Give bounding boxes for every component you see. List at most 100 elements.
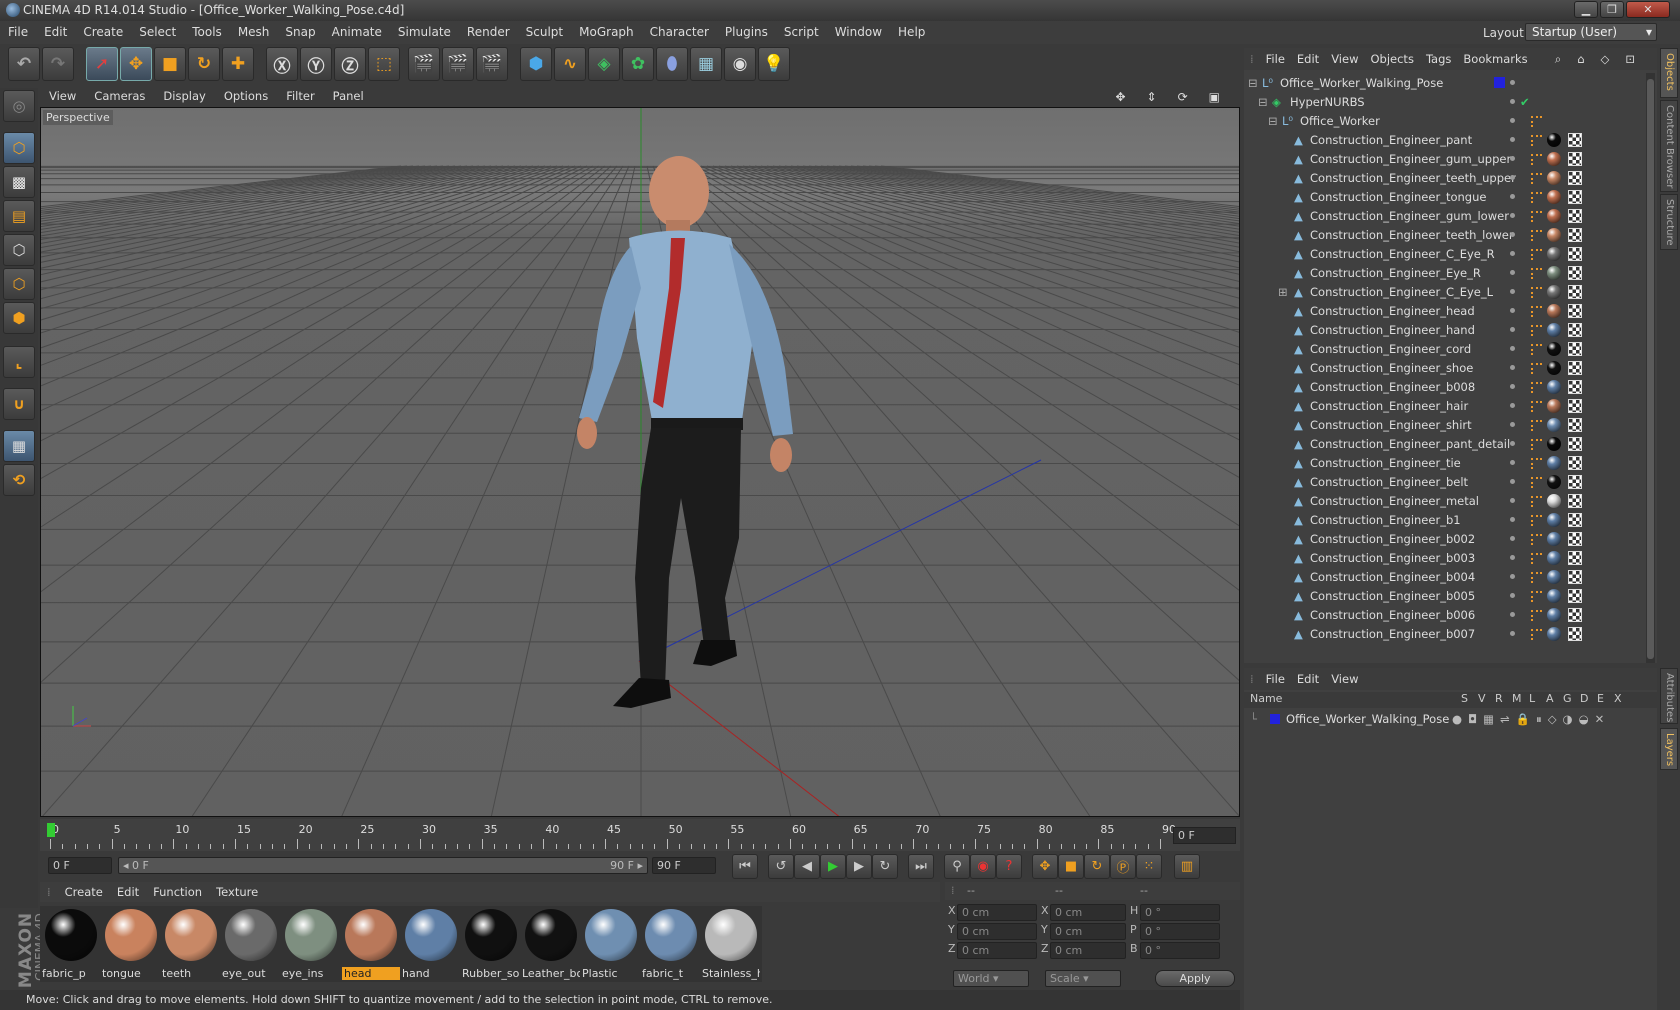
object-row[interactable]: ▲ Construction_Engineer_cord (1244, 339, 1644, 359)
go-to-start-button[interactable]: ⏮ (732, 854, 758, 879)
uvw-tag-icon[interactable] (1568, 437, 1582, 451)
phong-tag-icon[interactable] (1531, 325, 1542, 336)
object-menu-file[interactable]: File (1260, 48, 1291, 70)
material-swatch[interactable]: eye_out (220, 906, 282, 982)
render-settings-button[interactable]: 🎬 (476, 47, 508, 81)
polygon-mode-button[interactable]: ⬢ (3, 302, 35, 334)
uvw-tag-icon[interactable] (1568, 532, 1582, 546)
record-active-objects-button[interactable]: ⚲ (944, 854, 970, 879)
start-frame-field[interactable]: 0 F (48, 857, 112, 874)
phong-tag-icon[interactable] (1531, 116, 1542, 127)
position-field[interactable]: 0 cm (957, 923, 1037, 940)
phong-tag-icon[interactable] (1531, 401, 1542, 412)
visibility-dot-icon[interactable] (1510, 574, 1515, 579)
y-axis-button[interactable]: Ⓨ (300, 47, 332, 81)
phong-tag-icon[interactable] (1531, 230, 1542, 241)
search-icon[interactable]: ⌕ (1549, 48, 1571, 70)
object-row[interactable]: ▲ Construction_Engineer_b005 (1244, 586, 1644, 606)
visibility-dot-icon[interactable] (1510, 194, 1515, 199)
menu-simulate[interactable]: Simulate (390, 21, 459, 44)
uvw-tag-icon[interactable] (1568, 304, 1582, 318)
material-tag-icon[interactable] (1547, 418, 1561, 432)
visibility-dot-icon[interactable] (1510, 517, 1515, 522)
phong-tag-icon[interactable] (1531, 420, 1542, 431)
object-row[interactable]: ▲ Construction_Engineer_tongue (1244, 187, 1644, 207)
add-spline-button[interactable]: ∿ (554, 47, 586, 81)
material-tag-icon[interactable] (1547, 532, 1561, 546)
add-light-button[interactable]: 💡 (758, 47, 790, 81)
visibility-dot-icon[interactable] (1510, 308, 1515, 313)
uvw-tag-icon[interactable] (1568, 171, 1582, 185)
render-picture-viewer-button[interactable]: 🎬 (442, 47, 474, 81)
material-swatch[interactable]: fabric_p (40, 906, 102, 982)
object-row-hypernurbs[interactable]: ⊟ ◈ HyperNURBS ✔ (1244, 92, 1644, 112)
menu-snap[interactable]: Snap (277, 21, 323, 44)
layer-column-header[interactable]: V (1478, 692, 1486, 705)
visibility-dot-icon[interactable] (1510, 327, 1515, 332)
menu-plugins[interactable]: Plugins (717, 21, 776, 44)
object-row[interactable]: ▲ Construction_Engineer_b002 (1244, 529, 1644, 549)
visibility-dot-icon[interactable] (1510, 631, 1515, 636)
object-row[interactable]: ▲ Construction_Engineer_teeth_upper (1244, 168, 1644, 188)
visibility-dot-icon[interactable] (1510, 555, 1515, 560)
visibility-dot-icon[interactable] (1510, 460, 1515, 465)
make-editable-button[interactable]: ◎ (3, 90, 35, 122)
position-field[interactable]: 0 cm (957, 942, 1037, 959)
tab-structure[interactable]: Structure (1660, 194, 1678, 250)
object-menu-objects[interactable]: Objects (1364, 48, 1419, 70)
material-swatch[interactable]: fabric_t (640, 906, 702, 982)
layer-column-header[interactable]: S (1461, 692, 1468, 705)
object-row[interactable]: ▲ Construction_Engineer_Eye_R (1244, 263, 1644, 283)
menu-character[interactable]: Character (642, 21, 717, 44)
edge-mode-button[interactable]: ⬡ (3, 268, 35, 300)
material-tag-icon[interactable] (1547, 304, 1561, 318)
uvw-tag-icon[interactable] (1568, 361, 1582, 375)
tab-content-browser[interactable]: Content Browser (1660, 100, 1678, 192)
phong-tag-icon[interactable] (1531, 629, 1542, 640)
visibility-dot-icon[interactable] (1510, 498, 1515, 503)
material-tag-icon[interactable] (1547, 190, 1561, 204)
collapse-icon[interactable]: ⊟ (1258, 92, 1268, 112)
menu-select[interactable]: Select (131, 21, 184, 44)
size-field[interactable]: 0 cm (1050, 904, 1126, 921)
visibility-dot-icon[interactable] (1510, 118, 1515, 123)
expand-icon[interactable]: ⊡ (1619, 48, 1645, 70)
object-row[interactable]: ▲ Construction_Engineer_hair (1244, 396, 1644, 416)
uvw-tag-icon[interactable] (1568, 399, 1582, 413)
maximize-view-icon[interactable]: ▣ (1200, 88, 1232, 107)
material-tag-icon[interactable] (1547, 513, 1561, 527)
material-tag-icon[interactable] (1547, 266, 1561, 280)
perspective-viewport[interactable]: Perspective (40, 107, 1240, 817)
pan-icon[interactable]: ✥ (1106, 88, 1137, 107)
layer-row[interactable]: └ Office_Worker_Walking_Pose ●◘▦⇌🔒⏸◇◑◒✕ (1244, 710, 1657, 728)
previous-key-button[interactable]: ↺ (768, 854, 794, 879)
menu-mograph[interactable]: MoGraph (571, 21, 642, 44)
redo-button[interactable]: ↷ (42, 47, 74, 81)
menu-file[interactable]: File (0, 21, 36, 44)
object-menu-view[interactable]: View (1325, 48, 1364, 70)
material-tag-icon[interactable] (1547, 570, 1561, 584)
rotation-field[interactable]: 0 ° (1140, 904, 1220, 921)
point-mode-button[interactable]: ⬡ (3, 234, 35, 266)
layer-column-header[interactable]: R (1495, 692, 1503, 705)
material-tag-icon[interactable] (1547, 456, 1561, 470)
uvw-tag-icon[interactable] (1568, 190, 1582, 204)
layer-color-swatch[interactable] (1270, 714, 1280, 724)
add-nurbs-button[interactable]: ◈ (588, 47, 620, 81)
x-axis-button[interactable]: Ⓧ (266, 47, 298, 81)
phong-tag-icon[interactable] (1531, 477, 1542, 488)
next-frame-button[interactable]: ▶ (846, 854, 872, 879)
visibility-dot-icon[interactable] (1510, 536, 1515, 541)
playhead[interactable] (47, 823, 55, 837)
object-row[interactable]: ▲ Construction_Engineer_belt (1244, 472, 1644, 492)
phong-tag-icon[interactable] (1531, 610, 1542, 621)
object-row[interactable]: ▲ Construction_Engineer_metal (1244, 491, 1644, 511)
viewport-menu-options[interactable]: Options (215, 87, 277, 106)
visibility-dot-icon[interactable] (1510, 270, 1515, 275)
material-tag-icon[interactable] (1547, 247, 1561, 261)
visibility-dot-icon[interactable] (1510, 137, 1515, 142)
material-tag-icon[interactable] (1547, 494, 1561, 508)
parameter-key-button[interactable]: Ⓟ (1110, 854, 1136, 879)
coordinate-mode-select[interactable]: World ▾ (953, 970, 1029, 987)
layer-column-header[interactable]: A (1546, 692, 1554, 705)
